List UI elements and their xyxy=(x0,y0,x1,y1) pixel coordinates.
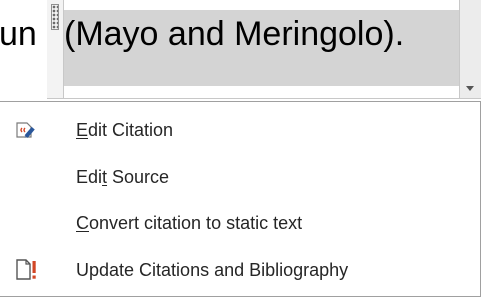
content-control-handle[interactable] xyxy=(47,0,64,99)
menu-item-edit-source[interactable]: Edit Source xyxy=(0,155,480,199)
drag-handle-icon xyxy=(51,4,59,30)
update-fields-icon xyxy=(14,258,38,282)
edit-citation-icon xyxy=(14,118,38,142)
citation-options-button[interactable] xyxy=(459,0,481,99)
menu-item-convert-citation[interactable]: Convert citation to static text xyxy=(0,201,480,245)
context-menu: Edit Citation Edit Source Convert citati… xyxy=(0,101,481,297)
access-key: C xyxy=(76,213,89,233)
menu-item-edit-citation[interactable]: Edit Citation xyxy=(0,108,480,152)
citation-content-control[interactable]: (Mayo and Meringolo). xyxy=(47,0,481,100)
citation-field[interactable]: (Mayo and Meringolo). xyxy=(64,0,459,99)
chevron-down-icon xyxy=(466,86,474,91)
preceding-document-text: un xyxy=(0,15,37,53)
document-area[interactable]: un (Mayo and Meringolo). xyxy=(0,0,484,100)
citation-text: (Mayo and Meringolo). xyxy=(64,15,405,53)
access-key: E xyxy=(76,120,89,140)
menu-item-update-citations[interactable]: Update Citations and Bibliography xyxy=(0,248,480,292)
